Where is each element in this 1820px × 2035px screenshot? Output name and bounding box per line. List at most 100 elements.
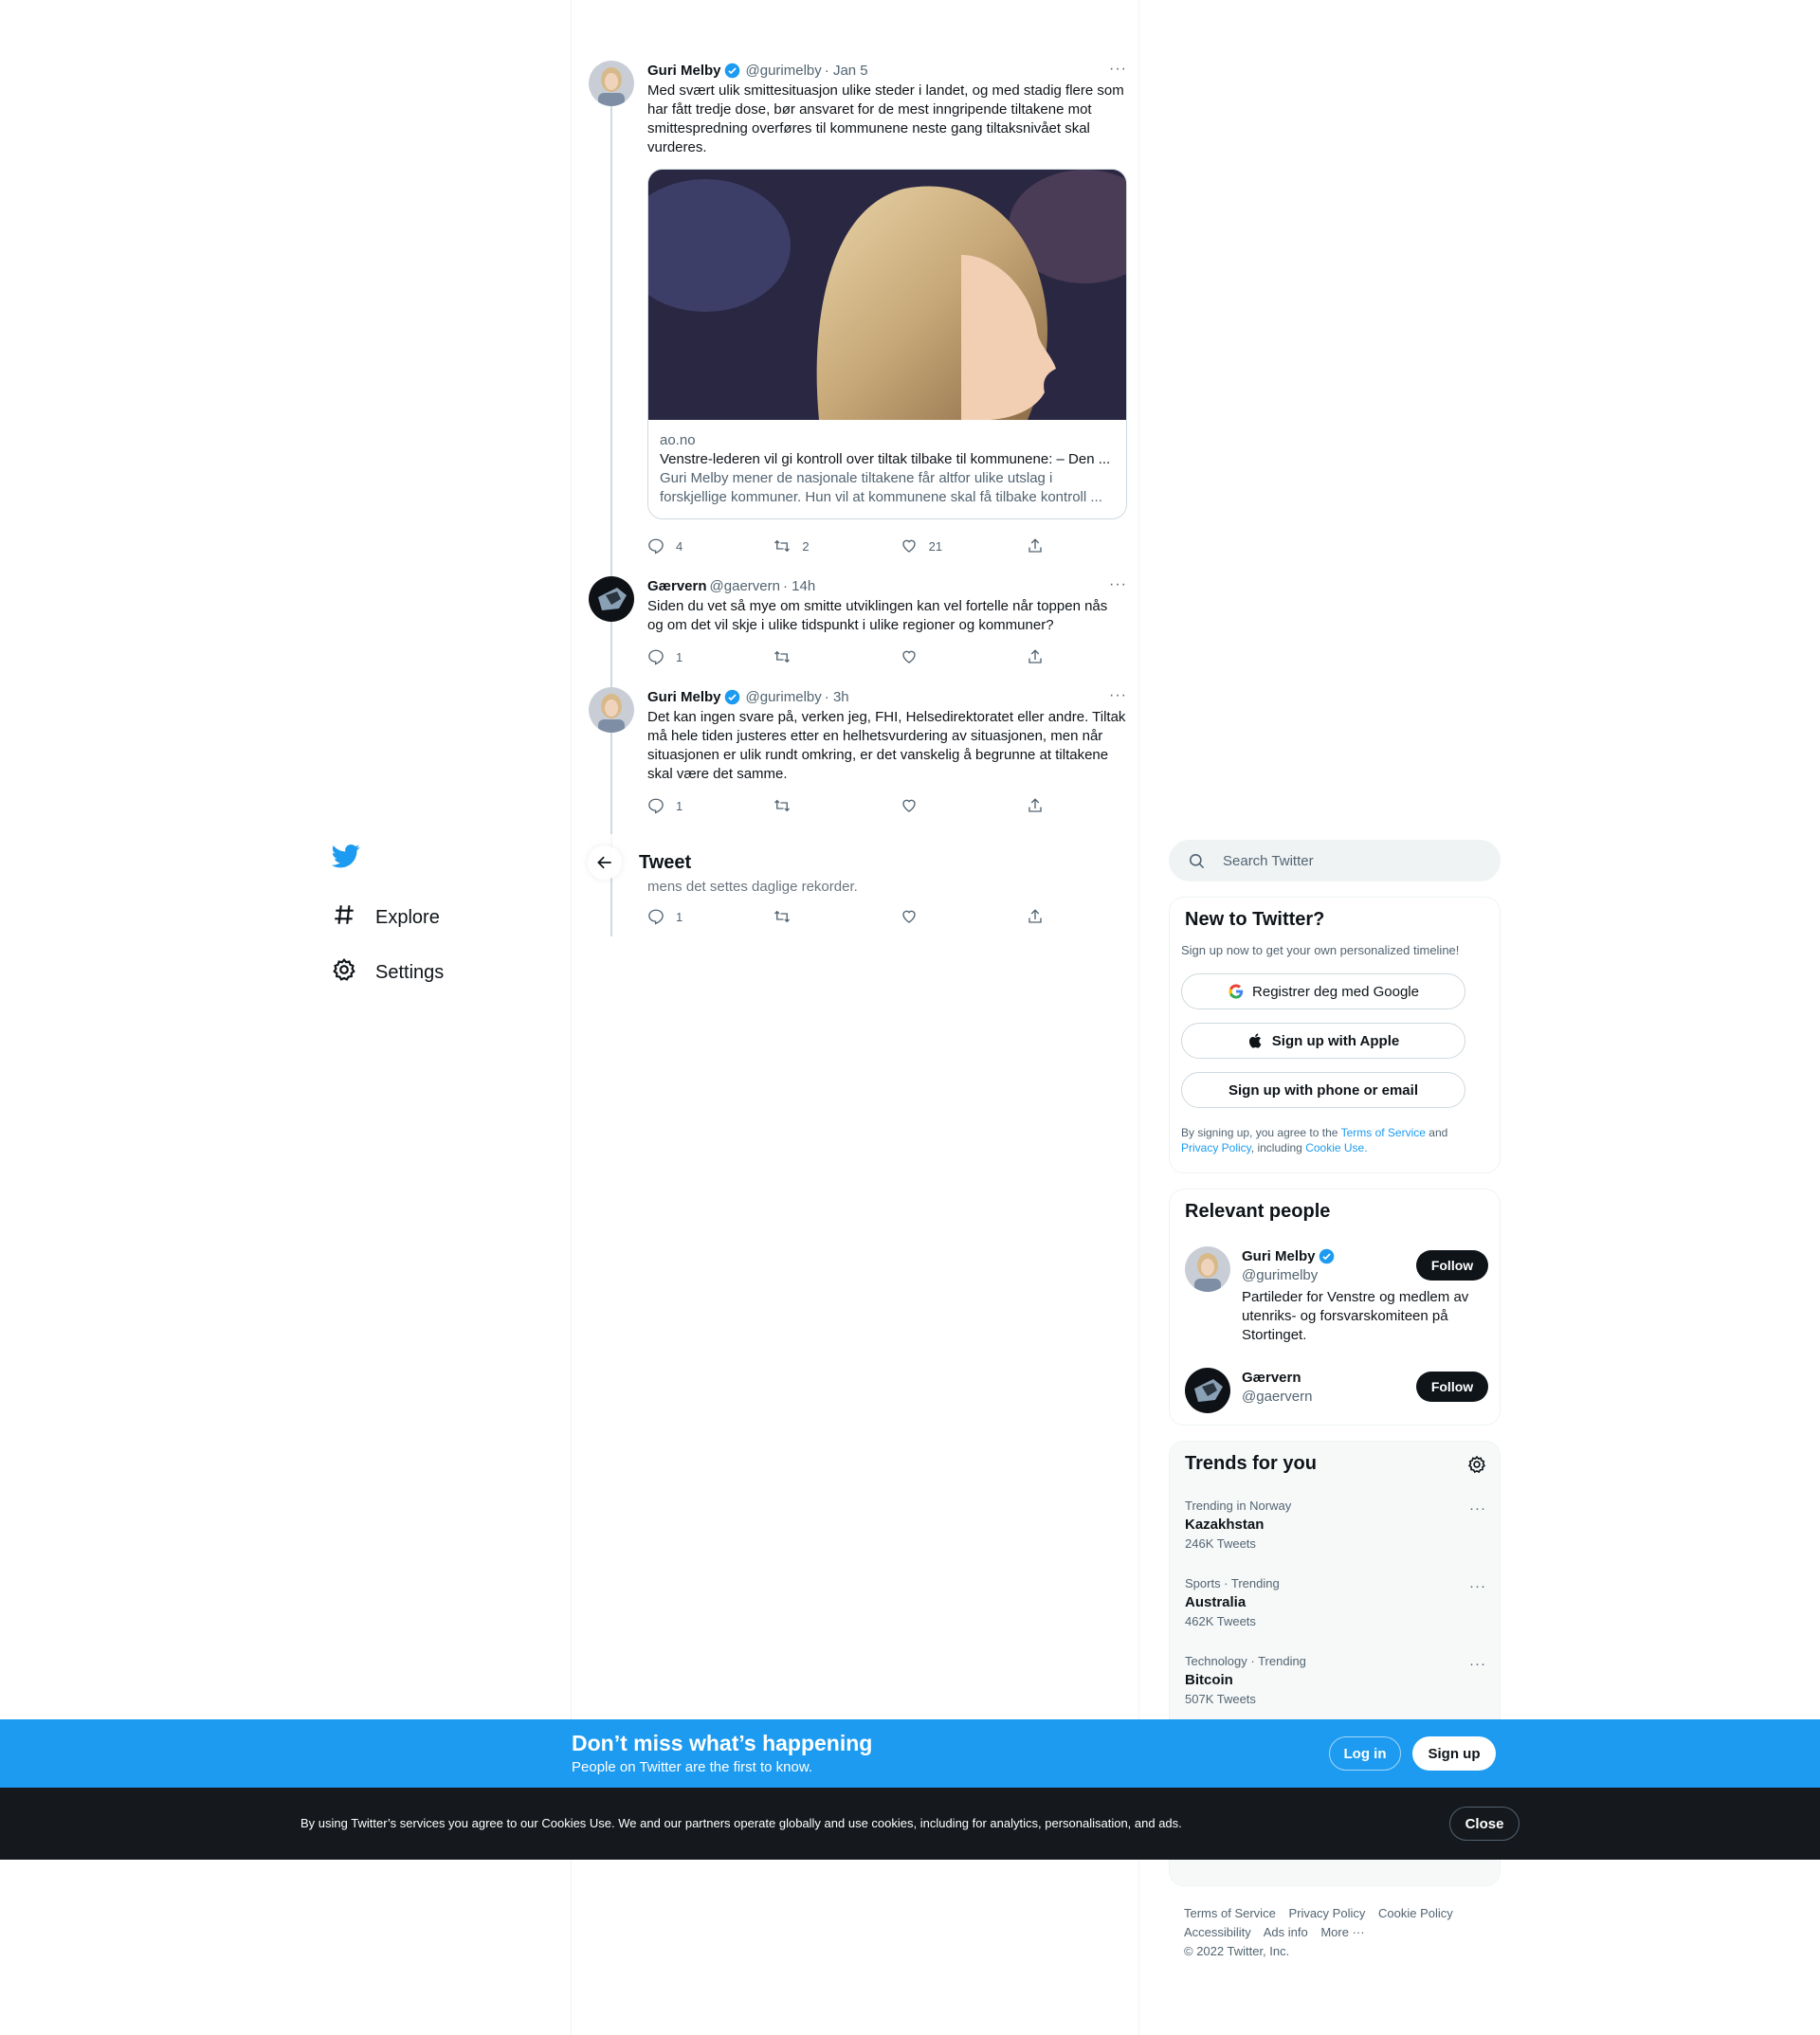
reply-icon (648, 649, 664, 665)
tweet-author-handle[interactable]: @gurimelby (746, 63, 822, 79)
heart-icon (901, 539, 916, 553)
page-title: Tweet (639, 851, 692, 873)
link-card[interactable]: ao.no Venstre-lederen vil gi kontroll ov… (647, 169, 1127, 519)
more-icon[interactable]: ··· (1469, 1578, 1486, 1594)
avatar[interactable] (1185, 1368, 1230, 1413)
tweet-time[interactable]: · 14h (783, 578, 815, 594)
cookie-use-link[interactable]: Cookie Use. (1305, 1141, 1367, 1154)
footer-cookie[interactable]: Cookie Policy (1378, 1906, 1453, 1920)
card-domain: ao.no (660, 432, 696, 448)
tweet-author-handle[interactable]: @gaervern (710, 578, 780, 594)
trend-name: Australia (1185, 1594, 1247, 1610)
search-input[interactable]: Search Twitter (1169, 840, 1501, 881)
reply-button[interactable]: 4 (647, 536, 774, 555)
tweet-author-name[interactable]: Guri Melby (647, 689, 721, 705)
signup-button[interactable]: Sign up (1412, 1736, 1496, 1771)
trend-item[interactable]: Trending in Norway Kazakhstan 246K Tweet… (1185, 1499, 1486, 1551)
banner-title: Don’t miss what’s happening (572, 1731, 873, 1755)
trend-count: 507K Tweets (1185, 1692, 1256, 1706)
share-button[interactable] (1027, 796, 1055, 815)
like-count: 21 (928, 538, 943, 554)
more-icon[interactable]: ··· (1109, 687, 1127, 704)
footer-privacy[interactable]: Privacy Policy (1288, 1906, 1365, 1920)
twitter-logo-icon[interactable] (331, 842, 364, 874)
trend-name: Kazakhstan (1185, 1517, 1265, 1533)
more-icon[interactable]: ··· (1109, 61, 1127, 78)
tweet-text: Det kan ingen svare på, verken jeg, FHI,… (647, 709, 1126, 782)
reply-button[interactable]: 1 (647, 907, 774, 926)
tweet-actions: 1 (647, 647, 1055, 666)
share-button[interactable] (1027, 536, 1055, 555)
more-icon[interactable]: ··· (1469, 1500, 1486, 1517)
footer-accessibility[interactable]: Accessibility (1184, 1925, 1251, 1939)
retweet-button[interactable]: 2 (774, 536, 900, 555)
reply-button[interactable]: 1 (647, 647, 774, 666)
retweet-button[interactable] (774, 796, 900, 815)
login-button[interactable]: Log in (1329, 1736, 1401, 1771)
phone-signup-label: Sign up with phone or email (1228, 1081, 1418, 1099)
trend-count: 462K Tweets (1185, 1614, 1256, 1628)
reply-icon (648, 538, 664, 554)
card-description: Guri Melby mener de nasjonale tiltakene … (660, 470, 1102, 505)
privacy-link[interactable]: Privacy Policy (1181, 1141, 1251, 1154)
person-handle[interactable]: @gaervern (1242, 1389, 1312, 1405)
apple-signup-button[interactable]: Sign up with Apple (1181, 1023, 1465, 1059)
reply-button[interactable]: 1 (647, 796, 774, 815)
trend-count: 246K Tweets (1185, 1536, 1256, 1551)
cookie-banner: By using Twitter’s services you agree to… (0, 1788, 1820, 1860)
phone-email-signup-button[interactable]: Sign up with phone or email (1181, 1072, 1465, 1108)
panel-subtitle: Sign up now to get your own personalized… (1181, 943, 1460, 957)
like-button[interactable]: 21 (901, 536, 1027, 555)
person-name[interactable]: Guri Melby (1242, 1248, 1316, 1264)
panel-title: New to Twitter? (1185, 909, 1325, 930)
cookie-close-button[interactable]: Close (1449, 1807, 1520, 1841)
tweet-author-name[interactable]: Gærvern (647, 578, 707, 594)
more-icon[interactable]: ··· (1469, 1656, 1486, 1672)
tweet-author-name[interactable]: Guri Melby (647, 63, 721, 79)
avatar[interactable] (1185, 1246, 1230, 1292)
avatar[interactable] (589, 687, 634, 733)
trend-item[interactable]: Sports · Trending Australia 462K Tweets … (1185, 1576, 1486, 1628)
nav-settings[interactable]: Settings (332, 950, 444, 995)
copyright: © 2022 Twitter, Inc. (1184, 1944, 1290, 1958)
hashtag-icon (332, 902, 375, 933)
like-button[interactable] (901, 647, 1027, 666)
like-button[interactable] (901, 796, 1027, 815)
retweet-button[interactable] (774, 647, 900, 666)
follow-button[interactable]: Follow (1416, 1250, 1488, 1281)
reply-count: 1 (676, 649, 683, 664)
tweet-actions: 4 2 21 (647, 536, 1055, 555)
person-bio: Partileder for Venstre og medlem av uten… (1242, 1289, 1469, 1343)
heart-icon (901, 650, 916, 663)
retweet-button[interactable] (774, 907, 900, 926)
search-icon (1189, 853, 1205, 868)
search-placeholder: Search Twitter (1223, 852, 1314, 869)
terms-link[interactable]: Terms of Service (1341, 1126, 1426, 1139)
nav-explore[interactable]: Explore (332, 895, 440, 940)
like-button[interactable] (901, 907, 1027, 926)
footer-ads-info[interactable]: Ads info (1264, 1925, 1308, 1939)
trend-item[interactable]: Technology · Trending Bitcoin 507K Tweet… (1185, 1654, 1486, 1706)
footer-more[interactable]: More ··· (1320, 1925, 1364, 1939)
tweet-time[interactable]: · Jan 5 (825, 63, 868, 79)
share-button[interactable] (1027, 647, 1055, 666)
share-button[interactable] (1027, 907, 1055, 926)
avatar[interactable] (589, 576, 634, 622)
google-icon (1228, 984, 1244, 999)
person-name[interactable]: Gærvern (1242, 1370, 1301, 1386)
google-signup-button[interactable]: Registrer deg med Google (1181, 973, 1465, 1009)
nav-settings-label: Settings (375, 961, 445, 983)
retweet-icon (774, 539, 791, 553)
apple-signup-label: Sign up with Apple (1271, 1032, 1400, 1049)
person-handle[interactable]: @gurimelby (1242, 1267, 1318, 1283)
back-button[interactable] (588, 845, 622, 880)
follow-button[interactable]: Follow (1416, 1372, 1488, 1402)
footer-terms[interactable]: Terms of Service (1184, 1906, 1276, 1920)
more-icon[interactable]: ··· (1109, 576, 1127, 593)
tweet-time[interactable]: · 3h (825, 689, 849, 705)
trends-settings-icon[interactable] (1467, 1455, 1486, 1479)
tweet-author-handle[interactable]: @gurimelby (746, 689, 822, 705)
avatar[interactable] (589, 61, 634, 106)
tweet-text: Siden du vet så mye om smitte utviklinge… (647, 598, 1108, 633)
share-icon (1028, 538, 1042, 553)
